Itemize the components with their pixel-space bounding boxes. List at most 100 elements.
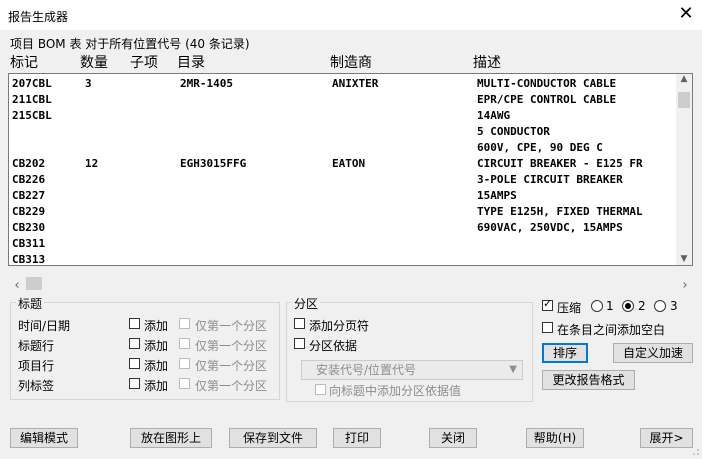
cell-description: CIRCUIT BREAKER - E125 FR: [477, 157, 643, 170]
chevron-down-icon: ▼: [509, 364, 517, 375]
cell-description: 690VAC, 250VDC, 15AMPS: [477, 221, 623, 234]
place-in-drawing-button[interactable]: 放在图形上: [130, 428, 212, 448]
list-item[interactable]: CB227 15AMPS: [9, 188, 677, 204]
compress-level-2-label[interactable]: 2: [638, 299, 646, 313]
column-header-qty[interactable]: 数量: [80, 52, 108, 72]
heading-label-datetime: 时间/日期: [18, 319, 71, 333]
list-item[interactable]: CB229 TYPE E125H, FIXED THERMAL: [9, 204, 677, 220]
list-item[interactable]: CB202 12 EGH3015FFG EATON CIRCUIT BREAKER - …: [9, 156, 677, 172]
close-icon[interactable]: ✕: [676, 3, 696, 25]
list-item[interactable]: 600V, CPE, 90 DEG C: [9, 140, 677, 156]
cell-description: 14AWG: [477, 109, 511, 122]
vertical-scroll-thumb[interactable]: [678, 92, 690, 108]
add-title-checkbox[interactable]: [129, 338, 140, 349]
scroll-left-icon[interactable]: ‹: [9, 278, 25, 293]
expand-button[interactable]: 展开>: [640, 428, 693, 448]
compress-checkbox[interactable]: [542, 297, 553, 311]
help-button[interactable]: 帮助(H): [526, 428, 584, 448]
list-item[interactable]: CB311: [9, 236, 677, 252]
horizontal-scroll-thumb[interactable]: [26, 277, 42, 290]
first-section-title-checkbox[interactable]: [179, 338, 190, 349]
edit-mode-button[interactable]: 编辑模式: [10, 428, 78, 448]
cell-qty: 12: [85, 157, 99, 170]
scroll-down-icon[interactable]: ▼: [676, 254, 692, 264]
list-item[interactable]: CB313: [9, 252, 677, 265]
cell-tag: 215CBL: [12, 109, 52, 122]
scroll-up-icon[interactable]: ▲: [676, 74, 692, 84]
cell-description: 5 CONDUCTOR: [477, 125, 550, 138]
bom-list[interactable]: 207CBL 3 2MR-1405 ANIXTER MULTI-CONDUCTOR CA…: [8, 73, 693, 266]
add-datetime-label[interactable]: 添加: [144, 317, 168, 334]
column-header-description[interactable]: 描述: [473, 52, 501, 72]
column-header-sub[interactable]: 子项: [130, 52, 158, 72]
blank-between-checkbox[interactable]: [542, 322, 553, 333]
first-section-columns-checkbox[interactable]: [179, 378, 190, 389]
save-to-file-button[interactable]: 保存到文件: [229, 428, 317, 448]
cell-qty: 3: [85, 77, 92, 90]
list-item[interactable]: 5 CONDUCTOR: [9, 124, 677, 140]
list-item[interactable]: 211CBL EPR/CPE CONTROL CABLE: [9, 92, 677, 108]
compress-level-2-radio[interactable]: [622, 300, 634, 312]
add-columns-label[interactable]: 添加: [144, 377, 168, 394]
cell-tag: CB311: [12, 237, 46, 250]
cell-tag: CB227: [12, 189, 46, 202]
cell-description: 3-POLE CIRCUIT BREAKER: [477, 173, 623, 186]
sort-button[interactable]: 排序: [542, 343, 588, 363]
add-columns-checkbox[interactable]: [129, 378, 140, 389]
column-header-tag[interactable]: 标记: [10, 52, 38, 72]
heading-label-title: 标题行: [18, 339, 55, 353]
compress-level-1-label[interactable]: 1: [606, 299, 614, 313]
blank-between-label[interactable]: 在条目之间添加空白: [557, 321, 665, 338]
list-item[interactable]: 215CBL 14AWG: [9, 108, 677, 124]
first-section-title-label: 仅第一个分区: [195, 339, 268, 353]
resize-grip-icon[interactable]: [692, 445, 700, 455]
cell-tag: CB226: [12, 173, 46, 186]
compress-level-3-radio[interactable]: [654, 300, 666, 312]
compress-level-1-radio[interactable]: [591, 300, 603, 312]
add-project-label[interactable]: 添加: [144, 357, 168, 374]
page-break-label[interactable]: 添加分页符: [309, 317, 369, 334]
report-subtitle: 项目 BOM 表 对于所有位置代号 (40 条记录): [10, 37, 250, 51]
print-button[interactable]: 打印: [333, 428, 381, 448]
cell-manufacturer: ANIXTER: [332, 77, 379, 90]
page-break-checkbox[interactable]: [294, 318, 305, 329]
scroll-right-icon[interactable]: ›: [677, 278, 693, 293]
cell-tag: CB202: [12, 157, 46, 170]
first-section-project-label: 仅第一个分区: [195, 359, 268, 373]
section-by-checkbox[interactable]: [294, 338, 305, 349]
first-section-datetime-label: 仅第一个分区: [195, 319, 268, 333]
cell-tag: 207CBL: [12, 77, 52, 90]
first-section-columns-label: 仅第一个分区: [195, 379, 268, 393]
horizontal-scrollbar[interactable]: [8, 275, 693, 292]
cell-catalog: EGH3015FFG: [180, 157, 247, 170]
custom-speedup-button[interactable]: 自定义加速: [613, 343, 693, 363]
cell-description: EPR/CPE CONTROL CABLE: [477, 93, 617, 106]
change-format-button[interactable]: 更改报告格式: [542, 370, 635, 390]
section-by-select-value: 安装代号/位置代号: [316, 363, 417, 377]
heading-label-project: 项目行: [18, 359, 55, 373]
cell-tag: 211CBL: [12, 93, 52, 106]
heading-label-columns: 列标签: [18, 379, 55, 393]
add-datetime-checkbox[interactable]: [129, 318, 140, 329]
add-section-value-checkbox[interactable]: [315, 384, 326, 395]
first-section-datetime-checkbox[interactable]: [179, 318, 190, 329]
title-bar: [0, 0, 702, 30]
section-by-label[interactable]: 分区依据: [309, 337, 357, 354]
add-section-value-label: 向标题中添加分区依据值: [329, 384, 462, 398]
column-header-manufacturer[interactable]: 制造商: [330, 52, 372, 72]
headings-legend: 标题: [16, 295, 45, 312]
add-project-checkbox[interactable]: [129, 358, 140, 369]
close-button[interactable]: 关闭: [429, 428, 477, 448]
add-title-label[interactable]: 添加: [144, 337, 168, 354]
list-item[interactable]: CB226 3-POLE CIRCUIT BREAKER: [9, 172, 677, 188]
cell-description: TYPE E125H, FIXED THERMAL: [477, 205, 643, 218]
list-item[interactable]: CB230 690VAC, 250VDC, 15AMPS: [9, 220, 677, 236]
window-title: 报告生成器: [8, 10, 69, 24]
cell-description: 15AMPS: [477, 189, 517, 202]
column-header-catalog[interactable]: 目录: [177, 52, 205, 72]
compress-label[interactable]: 压缩: [557, 299, 581, 316]
list-item[interactable]: 207CBL 3 2MR-1405 ANIXTER MULTI-CONDUCTOR CA…: [9, 76, 677, 92]
section-by-select[interactable]: 安装代号/位置代号 ▼: [301, 360, 523, 380]
compress-level-3-label[interactable]: 3: [670, 299, 678, 313]
first-section-project-checkbox[interactable]: [179, 358, 190, 369]
